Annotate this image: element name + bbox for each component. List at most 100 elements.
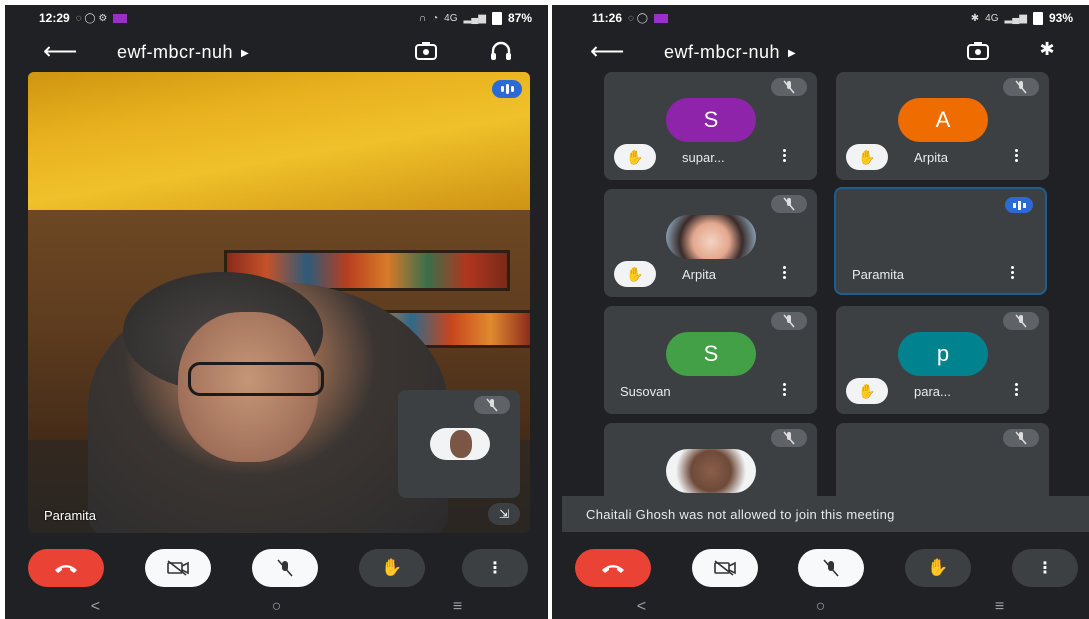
participant-tile[interactable]: S Susovan bbox=[604, 306, 817, 414]
speaker-name: Paramita bbox=[44, 508, 97, 523]
bluetooth-status-icon: ✱ bbox=[970, 12, 980, 24]
mic-off-button[interactable] bbox=[252, 549, 318, 587]
signal-icon: ▂▄▆ bbox=[1004, 12, 1027, 24]
status-time: 12:29 bbox=[39, 11, 70, 25]
raise-hand-button[interactable]: ✋ bbox=[359, 549, 425, 587]
signal-icon: ▂▄▆ bbox=[463, 12, 486, 24]
more-vert-icon[interactable] bbox=[783, 383, 787, 396]
camera-off-icon bbox=[167, 560, 189, 576]
participant-avatar: S bbox=[666, 98, 756, 142]
call-controls: ✋ ⋮ bbox=[5, 545, 548, 591]
bluetooth-icon[interactable]: ✱ bbox=[1034, 39, 1060, 63]
video-background bbox=[28, 72, 530, 222]
participant-tile[interactable]: Paramita bbox=[834, 187, 1047, 295]
mic-off-icon bbox=[1003, 78, 1039, 96]
app-badge-icon bbox=[653, 13, 668, 23]
camera-off-button[interactable] bbox=[692, 549, 758, 587]
self-view-tile[interactable] bbox=[398, 390, 520, 498]
more-vert-icon[interactable] bbox=[783, 149, 787, 162]
speaking-indicator-icon bbox=[492, 80, 522, 98]
participant-photo bbox=[666, 449, 756, 493]
battery-icon bbox=[491, 11, 502, 25]
meeting-code[interactable]: ewf-mbcr-nuh ▶ bbox=[664, 42, 796, 63]
android-nav-bar: < ○ ≡ bbox=[552, 595, 1089, 619]
back-arrow-icon[interactable]: ⟵ bbox=[590, 37, 624, 66]
more-options-button[interactable]: ⋮ bbox=[1012, 549, 1078, 587]
app-badge-icon bbox=[113, 13, 128, 23]
more-vert-icon: ⋮ bbox=[487, 560, 503, 577]
participant-tile[interactable]: A ✋ Arpita bbox=[836, 72, 1049, 180]
participant-avatar: S bbox=[666, 332, 756, 376]
self-avatar bbox=[430, 428, 490, 460]
raised-hand-icon: ✋ bbox=[614, 144, 656, 170]
network-type: 4G bbox=[985, 12, 999, 24]
end-call-button[interactable] bbox=[575, 549, 651, 587]
more-vert-icon[interactable] bbox=[1015, 149, 1019, 162]
mic-off-icon bbox=[771, 195, 807, 213]
participant-name: Paramita bbox=[852, 267, 905, 282]
hand-icon: ✋ bbox=[381, 558, 403, 577]
mic-off-icon bbox=[823, 559, 839, 577]
battery-icon bbox=[1032, 11, 1043, 25]
nav-back-icon[interactable]: < bbox=[91, 598, 100, 616]
participant-tile[interactable]: S ✋ supar... bbox=[604, 72, 817, 180]
mic-off-icon bbox=[1003, 312, 1039, 330]
notification-icons: ◌ ◯ bbox=[628, 12, 648, 24]
camera-off-button[interactable] bbox=[145, 549, 211, 587]
raise-hand-button[interactable]: ✋ bbox=[905, 549, 971, 587]
more-vert-icon[interactable] bbox=[783, 266, 787, 279]
participant-name: Arpita bbox=[914, 150, 948, 165]
status-time: 11:26 bbox=[592, 11, 623, 25]
participant-tile[interactable] bbox=[836, 423, 1049, 503]
camera-off-icon bbox=[714, 560, 736, 576]
raised-hand-icon: ✋ bbox=[846, 378, 888, 404]
network-type: 4G bbox=[444, 12, 458, 24]
end-call-button[interactable] bbox=[28, 549, 104, 587]
meeting-toolbar: ⟵ ewf-mbcr-nuh ▶ bbox=[5, 31, 548, 73]
camera-switch-icon[interactable] bbox=[413, 39, 439, 63]
snackbar-message: Chaitali Ghosh was not allowed to join t… bbox=[562, 496, 1089, 532]
notification-icons: ◌ ◯ ⚙ bbox=[75, 12, 108, 24]
meeting-code[interactable]: ewf-mbcr-nuh ▶ bbox=[117, 42, 249, 63]
more-vert-icon[interactable] bbox=[1015, 383, 1019, 396]
battery-level: 87% bbox=[507, 11, 532, 25]
nav-home-icon[interactable]: ○ bbox=[272, 598, 282, 616]
participant-photo bbox=[666, 215, 756, 259]
participant-name: supar... bbox=[682, 150, 725, 165]
raised-hand-icon: ✋ bbox=[614, 261, 656, 287]
speaking-indicator-icon bbox=[1005, 197, 1033, 213]
meeting-code-text: ewf-mbcr-nuh bbox=[664, 42, 781, 62]
mic-off-button[interactable] bbox=[798, 549, 864, 587]
minimize-icon[interactable]: ⇲ bbox=[488, 503, 520, 525]
raised-hand-icon: ✋ bbox=[846, 144, 888, 170]
participant-name: para... bbox=[914, 384, 951, 399]
nav-recents-icon[interactable]: ≡ bbox=[995, 598, 1004, 616]
back-arrow-icon[interactable]: ⟵ bbox=[43, 37, 77, 66]
more-vert-icon[interactable] bbox=[1011, 266, 1015, 279]
phone-hangup-icon bbox=[602, 565, 624, 573]
nav-recents-icon[interactable]: ≡ bbox=[453, 598, 462, 616]
mic-off-icon bbox=[771, 78, 807, 96]
participant-tile[interactable] bbox=[604, 423, 817, 503]
android-nav-bar: < ○ ≡ bbox=[5, 595, 548, 619]
chevron-right-icon: ▶ bbox=[241, 47, 250, 59]
participant-avatar: p bbox=[898, 332, 988, 376]
status-bar: 12:29 ◌ ◯ ⚙ ∩ ◔ 4G ▂▄▆ 87% bbox=[5, 5, 548, 31]
more-vert-icon: ⋮ bbox=[1037, 560, 1053, 577]
participant-tile[interactable]: p ✋ para... bbox=[836, 306, 1049, 414]
phone-hangup-icon bbox=[55, 565, 77, 573]
hand-icon: ✋ bbox=[927, 558, 949, 577]
call-controls: ✋ ⋮ bbox=[552, 545, 1089, 591]
participant-name: Arpita bbox=[682, 267, 716, 282]
meeting-code-text: ewf-mbcr-nuh bbox=[117, 42, 234, 62]
camera-switch-icon[interactable] bbox=[965, 39, 991, 63]
participant-name: Susovan bbox=[620, 384, 671, 399]
nav-home-icon[interactable]: ○ bbox=[816, 598, 826, 616]
participant-tile[interactable]: ✋ Arpita bbox=[604, 189, 817, 297]
mic-off-icon bbox=[474, 396, 510, 414]
headphones-icon[interactable] bbox=[488, 39, 514, 63]
meeting-toolbar: ⟵ ewf-mbcr-nuh ▶ ✱ bbox=[552, 31, 1089, 73]
more-options-button[interactable]: ⋮ bbox=[462, 549, 528, 587]
nav-back-icon[interactable]: < bbox=[637, 598, 646, 616]
right-phone-screen: 11:26 ◌ ◯ ✱ 4G ▂▄▆ 93% ⟵ ewf-mbcr-nuh ▶ ✱… bbox=[552, 5, 1089, 619]
